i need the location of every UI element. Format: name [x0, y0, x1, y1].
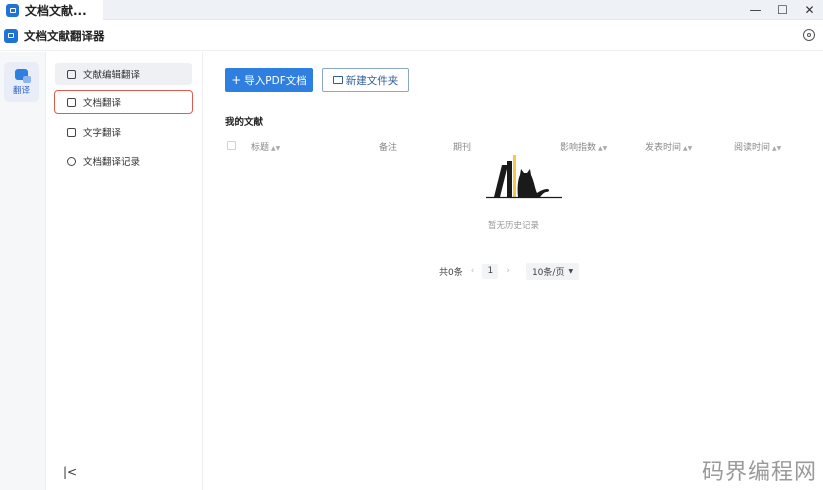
import-pdf-label: 导入PDF文档 [244, 74, 307, 87]
column-published-label: 发表时间 [645, 143, 682, 153]
menu-item-translate-history[interactable]: 文档翻译记录 [55, 150, 192, 172]
column-header-impact[interactable]: 影响指数 ▲▼ [560, 140, 607, 153]
import-pdf-button[interactable]: + 导入PDF文档 [225, 68, 313, 92]
sort-icon: ▲▼ [271, 145, 281, 152]
book-shape [494, 165, 508, 197]
side-menu: 文献编辑翻译 文档翻译 文字翻译 文档翻译记录 [47, 52, 203, 490]
app-header: 文档文献翻译器 [0, 21, 823, 51]
pagination-total: 共0条 [439, 267, 463, 278]
rail-item-label: 翻译 [12, 85, 30, 96]
window-tab-bar: 文档文献... — ☐ ✕ [0, 0, 823, 20]
sort-icon: ▲▼ [598, 145, 608, 152]
main-content: + 导入PDF文档 新建文件夹 我的文献 标题 ▲▼ 备注 期刊 影响指数 ▲▼ 发… [204, 52, 823, 490]
next-page-icon[interactable]: › [506, 266, 510, 276]
book-shape [513, 155, 516, 197]
menu-item-label: 文档翻译记录 [83, 157, 141, 168]
settings-icon[interactable] [803, 29, 815, 41]
column-header-published[interactable]: 发表时间 ▲▼ [645, 140, 692, 153]
close-button[interactable]: ✕ [796, 0, 823, 20]
lock-icon [67, 69, 76, 79]
sort-icon: ▲▼ [683, 145, 693, 152]
plus-icon: + [231, 73, 242, 87]
window-controls: — ☐ ✕ [742, 0, 823, 20]
page-size-label: 10条/页 [531, 267, 565, 278]
maximize-button[interactable]: ☐ [769, 0, 796, 20]
new-folder-button[interactable]: 新建文件夹 [322, 68, 409, 92]
menu-item-label: 文字翻译 [83, 128, 122, 139]
cat-shape [517, 169, 550, 197]
menu-item-document-translate[interactable]: 文档翻译 [54, 90, 193, 114]
collapse-sidebar-icon[interactable]: |< [63, 465, 77, 479]
app-title: 文档文献翻译器 [24, 28, 105, 43]
sort-icon: ▲▼ [772, 145, 782, 152]
select-all-checkbox[interactable] [227, 141, 236, 150]
rail-item-translate[interactable]: 翻译 [4, 62, 39, 102]
section-title: 我的文献 [225, 117, 264, 128]
new-folder-label: 新建文件夹 [345, 74, 399, 87]
column-impact-label: 影响指数 [560, 143, 597, 153]
column-header-journal: 期刊 [453, 143, 472, 153]
menu-item-text-translate[interactable]: 文字翻译 [55, 121, 192, 143]
translate-icon [15, 68, 31, 83]
app-logo-icon [6, 3, 19, 17]
page-size-select[interactable]: 10条/页 ▼ [525, 262, 580, 280]
empty-state-text: 暂无历史记录 [487, 221, 539, 231]
column-header-title[interactable]: 标题 ▲▼ [251, 140, 280, 153]
column-title-label: 标题 [251, 143, 270, 153]
column-read-time-label: 阅读时间 [734, 143, 771, 153]
menu-item-label: 文档翻译 [83, 98, 122, 109]
document-icon [67, 97, 76, 107]
page-number-current[interactable]: 1 [482, 263, 499, 279]
clock-icon [67, 156, 76, 166]
window-tab[interactable]: 文档文献... [0, 0, 103, 20]
text-icon [67, 127, 76, 137]
prev-page-icon[interactable]: ‹ [471, 266, 475, 276]
watermark: 码界编程网 [701, 460, 817, 485]
book-shape [507, 161, 512, 197]
icon-rail: 翻译 [0, 52, 46, 490]
column-header-note: 备注 [379, 143, 398, 153]
menu-item-label: 文献编辑翻译 [83, 70, 141, 81]
empty-state-illustration [486, 155, 562, 199]
chevron-down-icon: ▼ [568, 267, 574, 275]
window-tab-title: 文档文献... [25, 3, 87, 18]
menu-item-literature-edit-translate[interactable]: 文献编辑翻译 [55, 63, 192, 85]
folder-plus-icon [332, 76, 343, 84]
app-logo-icon [4, 28, 18, 43]
minimize-button[interactable]: — [742, 0, 769, 20]
pagination: 共0条 ‹ 1 › 10条/页 ▼ [439, 262, 580, 280]
column-header-read-time[interactable]: 阅读时间 ▲▼ [734, 140, 781, 153]
